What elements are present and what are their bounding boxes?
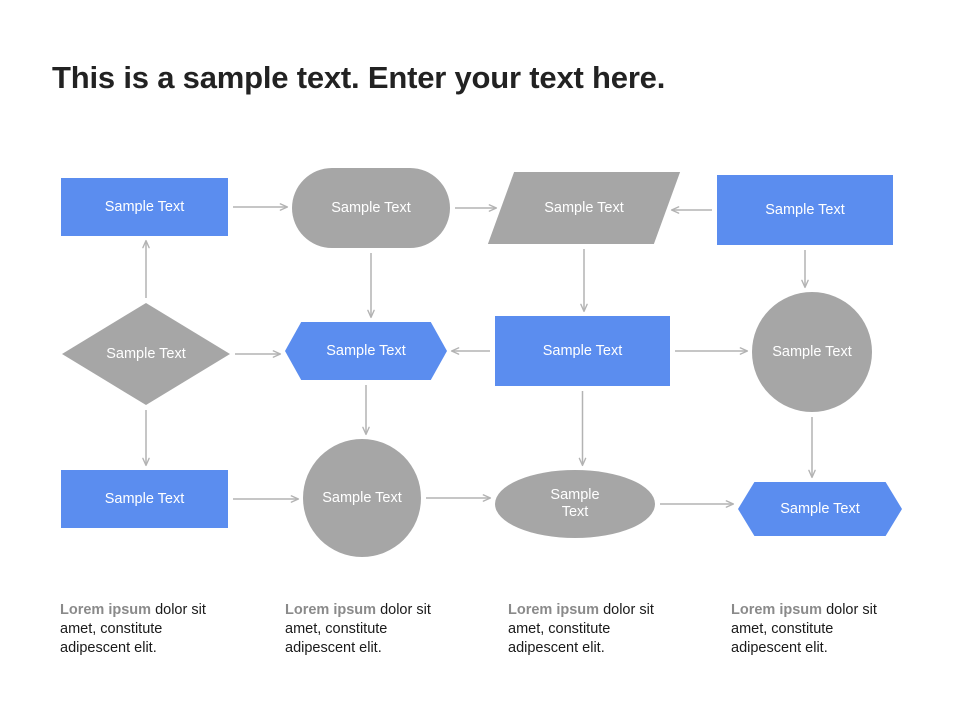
flow-node-r3c2[interactable]: Sample Text [303, 439, 421, 557]
flow-node-r1c2[interactable]: Sample Text [292, 168, 450, 248]
flow-node-label: Sample Text [326, 342, 406, 359]
caption-block-1: Lorem ipsum dolor sit amet, constitute a… [60, 601, 236, 658]
flow-node-r3c1[interactable]: Sample Text [61, 470, 228, 528]
caption-lead: Lorem ipsum [731, 602, 823, 618]
flow-node-label: Sample Text [106, 345, 186, 362]
slide-canvas: This is a sample text. Enter your text h… [0, 0, 960, 720]
flow-node-r3c4[interactable]: Sample Text [738, 482, 902, 536]
caption-lead: Lorem ipsum [60, 602, 152, 618]
flow-node-label: Sample Text [104, 490, 185, 507]
flow-node-label: Sample Text [322, 489, 402, 506]
flow-node-label: Sample Text [765, 201, 845, 218]
flow-node-r2c1[interactable]: Sample Text [62, 303, 230, 405]
flow-node-label: Sample Text [780, 500, 860, 517]
caption-block-4: Lorem ipsum dolor sit amet, constitute a… [731, 601, 907, 658]
flow-node-label: Sample Text [772, 343, 852, 360]
flow-node-r2c4[interactable]: Sample Text [752, 292, 872, 412]
flow-node-r1c3[interactable]: Sample Text [487, 172, 681, 244]
flow-node-r1c1[interactable]: Sample Text [61, 178, 228, 236]
flow-node-label: Sample Text [104, 198, 185, 215]
flow-node-r1c4[interactable]: Sample Text [717, 175, 893, 245]
flow-node-r3c3[interactable]: Sample Text [495, 470, 655, 538]
caption-lead: Lorem ipsum [285, 602, 377, 618]
caption-lead: Lorem ipsum [508, 602, 600, 618]
flow-node-label: Sample Text [331, 199, 411, 216]
flow-node-label: Sample Text [550, 487, 600, 520]
flow-node-r2c3[interactable]: Sample Text [495, 316, 670, 386]
caption-block-3: Lorem ipsum dolor sit amet, constitute a… [508, 601, 684, 658]
flow-node-r2c2[interactable]: Sample Text [285, 322, 447, 380]
flow-node-label: Sample Text [544, 199, 624, 216]
caption-block-2: Lorem ipsum dolor sit amet, constitute a… [285, 601, 461, 658]
flow-node-label: Sample Text [542, 342, 623, 359]
